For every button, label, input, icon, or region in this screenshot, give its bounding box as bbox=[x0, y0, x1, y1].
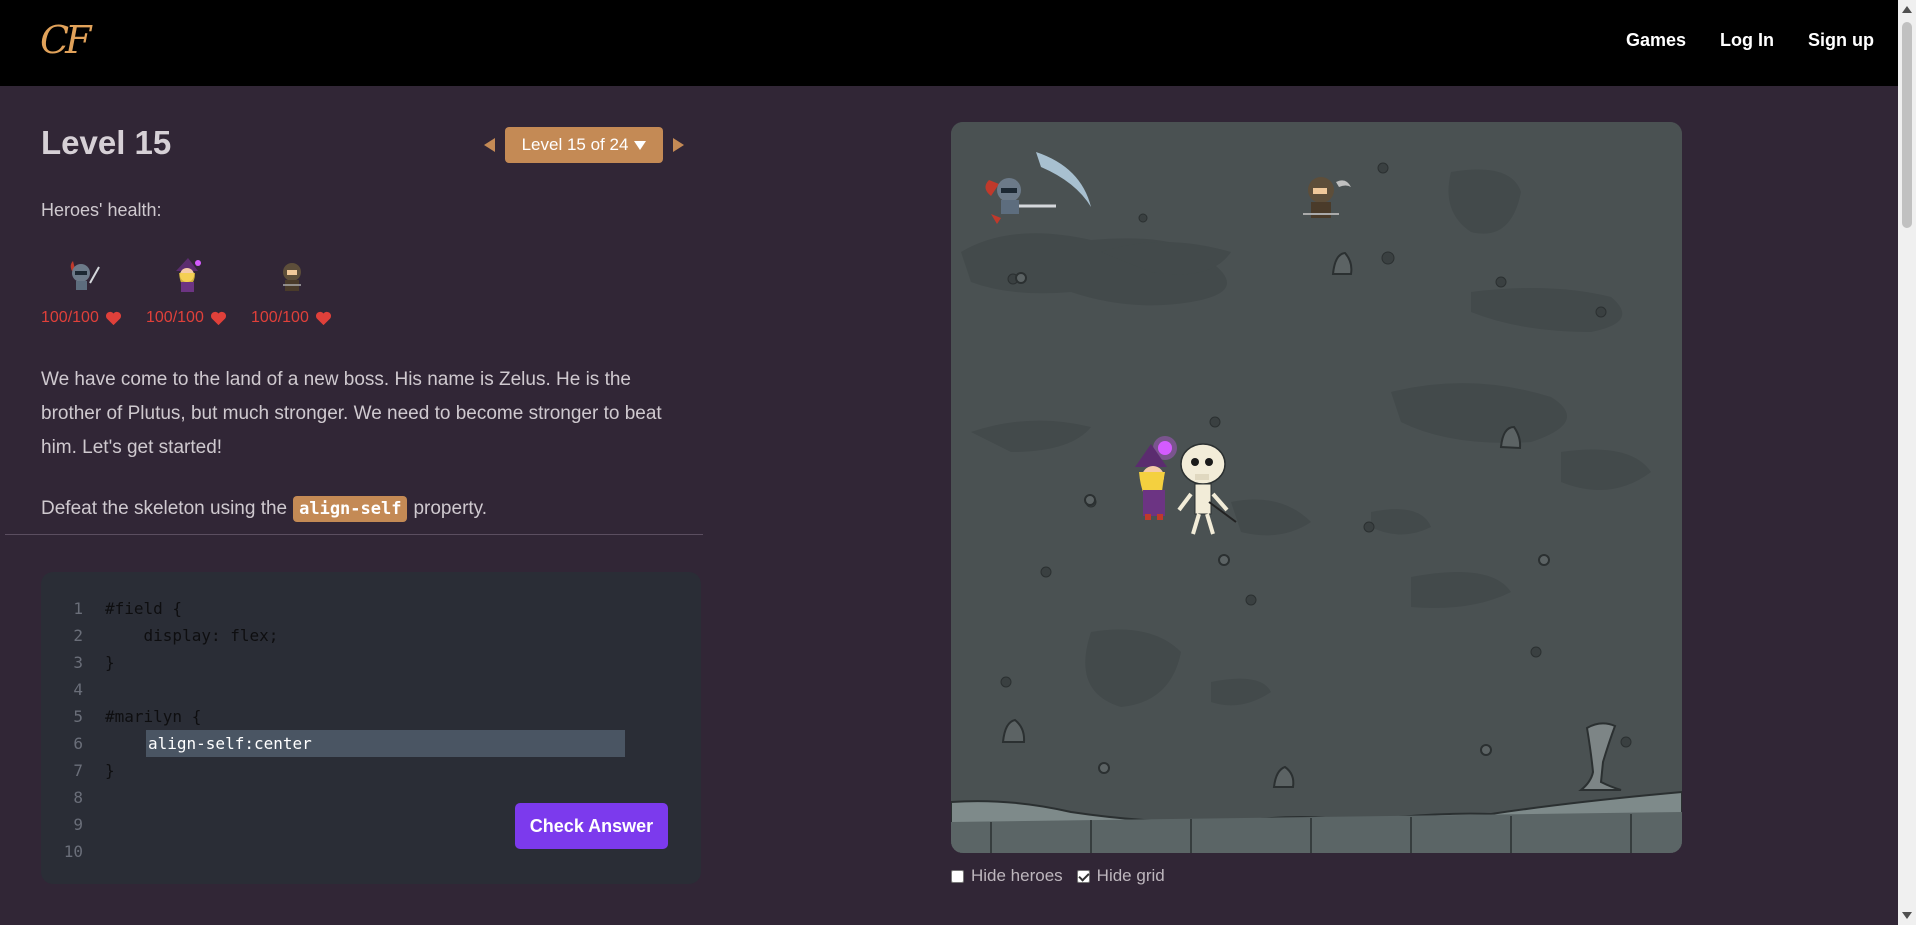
hero-hp-value: 100/100 bbox=[41, 309, 99, 326]
check-answer-button[interactable]: Check Answer bbox=[515, 803, 668, 849]
site-logo[interactable]: CF bbox=[40, 18, 91, 62]
code-line: 7} bbox=[41, 757, 115, 784]
section-divider bbox=[5, 534, 703, 535]
line-number: 1 bbox=[73, 599, 83, 618]
code-line: 3} bbox=[41, 649, 115, 676]
level-story-text: We have come to the land of a new boss. … bbox=[41, 369, 662, 458]
nav-login-link[interactable]: Log In bbox=[1720, 30, 1774, 51]
line-number: 3 bbox=[73, 653, 83, 672]
hide-heroes-option[interactable]: Hide heroes bbox=[951, 866, 1063, 886]
code-text: #field { bbox=[105, 599, 183, 618]
task-text-after: property. bbox=[413, 498, 488, 519]
code-line: 8 bbox=[41, 784, 105, 811]
hide-grid-checkbox[interactable] bbox=[1076, 869, 1090, 883]
hide-grid-label[interactable]: Hide grid bbox=[1097, 866, 1165, 886]
code-line: 1 #field { bbox=[41, 595, 182, 622]
heroes-health-label: Heroes' health: bbox=[41, 200, 162, 220]
page-scrollbar[interactable] bbox=[1898, 0, 1916, 925]
game-field bbox=[951, 122, 1682, 853]
scroll-down-arrow-icon[interactable] bbox=[1902, 912, 1912, 919]
code-line: 2 display: flex; bbox=[41, 622, 278, 649]
heart-icon bbox=[105, 311, 121, 325]
field-options: Hide heroes Hide grid bbox=[951, 866, 1165, 886]
hide-heroes-checkbox[interactable] bbox=[951, 869, 964, 883]
level-select-label: Level 15 of 24 bbox=[521, 135, 629, 154]
nav-games-link[interactable]: Games bbox=[1626, 30, 1686, 51]
line-number: 5 bbox=[73, 707, 83, 726]
scroll-thumb[interactable] bbox=[1902, 22, 1912, 228]
heart-icon bbox=[315, 311, 331, 325]
task-text-before: Defeat the skeleton using the bbox=[41, 498, 288, 519]
code-line: 9 bbox=[41, 811, 105, 838]
code-text: } bbox=[105, 761, 115, 780]
hero-hp-value: 100/100 bbox=[251, 309, 309, 326]
css-answer-input[interactable] bbox=[146, 730, 625, 757]
task-property-code: align-self bbox=[293, 496, 408, 522]
hero-hp-value: 100/100 bbox=[146, 309, 204, 326]
battle-board bbox=[951, 122, 1682, 853]
next-level-arrow-icon[interactable] bbox=[673, 138, 684, 152]
hero-health-item: 100/100 bbox=[146, 255, 231, 327]
hide-grid-option[interactable]: Hide grid bbox=[1076, 866, 1165, 886]
level-navigator: Level 15 of 24 bbox=[484, 127, 684, 163]
code-text: #marilyn { bbox=[105, 707, 202, 726]
heroes-health-list: 100/100 100/100 100/100 bbox=[41, 255, 336, 327]
level-title: Level 15 bbox=[41, 124, 172, 161]
nav-signup-link[interactable]: Sign up bbox=[1808, 30, 1874, 51]
caret-down-icon bbox=[634, 140, 647, 150]
hero-hp: 100/100 bbox=[251, 309, 332, 327]
code-text: display: flex; bbox=[105, 626, 279, 645]
code-line: 5 #marilyn { bbox=[41, 703, 201, 730]
hero-health-item: 100/100 bbox=[41, 255, 126, 327]
wizard-hero-icon bbox=[176, 258, 201, 292]
line-number: 4 bbox=[73, 680, 83, 699]
knight-hero-icon bbox=[70, 261, 100, 290]
line-number: 2 bbox=[73, 626, 83, 645]
hide-heroes-label[interactable]: Hide heroes bbox=[971, 866, 1063, 886]
level-task: Defeat the skeleton using the align-self… bbox=[41, 496, 487, 522]
rogue-hero-icon bbox=[283, 263, 301, 291]
code-line: 10 bbox=[41, 838, 105, 865]
code-text: } bbox=[105, 653, 115, 672]
main-nav: Games Log In Sign up bbox=[1626, 30, 1874, 51]
line-number: 10 bbox=[63, 842, 83, 861]
line-number: 7 bbox=[73, 761, 83, 780]
line-number: 8 bbox=[73, 788, 83, 807]
heart-icon bbox=[210, 311, 226, 325]
level-select-dropdown[interactable]: Level 15 of 24 bbox=[505, 127, 663, 163]
hero-hp: 100/100 bbox=[146, 309, 227, 327]
code-editor: 1 #field { 2 display: flex; 3} 4 5 #marily… bbox=[41, 572, 701, 884]
top-navbar: CF Games Log In Sign up bbox=[0, 0, 1898, 86]
previous-level-arrow-icon[interactable] bbox=[484, 138, 495, 152]
line-number: 6 bbox=[73, 734, 83, 753]
hero-health-item: 100/100 bbox=[251, 255, 336, 327]
line-number: 9 bbox=[73, 815, 83, 834]
scroll-up-arrow-icon[interactable] bbox=[1902, 6, 1912, 13]
code-line: 4 bbox=[41, 676, 105, 703]
hero-hp: 100/100 bbox=[41, 309, 122, 327]
code-line: 6 bbox=[41, 730, 105, 757]
